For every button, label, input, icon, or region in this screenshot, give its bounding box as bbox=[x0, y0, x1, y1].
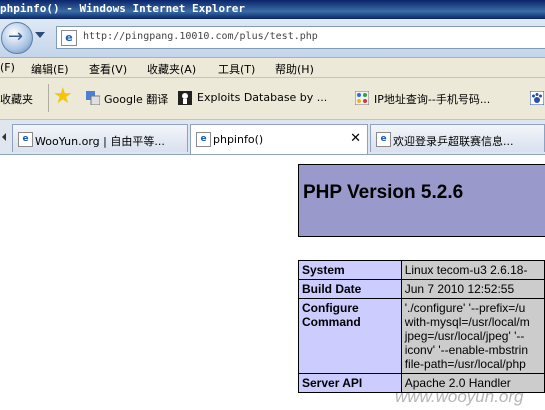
favorites-label[interactable]: 收藏夹 bbox=[0, 91, 33, 107]
table-row: Configure Command './configure' '--prefi… bbox=[298, 298, 545, 374]
row-value: Jun 7 2010 12:52:55 bbox=[400, 279, 545, 299]
address-bar[interactable]: e http://pingpang.10010.com/plus/test.ph… bbox=[56, 26, 545, 49]
close-tab-icon[interactable]: ✕ bbox=[350, 131, 361, 146]
phpinfo-table: System Linux tecom-u3 2.6.18- Build Date… bbox=[298, 260, 545, 393]
configure-line: './configure' '--prefix=/u bbox=[404, 301, 526, 315]
table-row: System Linux tecom-u3 2.6.18- bbox=[298, 260, 545, 280]
menu-help[interactable]: 帮助(H) bbox=[275, 61, 314, 77]
tab-label: 欢迎登录乒超联赛信息... bbox=[393, 135, 514, 148]
tab-bar: e WooYun.org | 自由平等... e phpinfo() ✕ e 欢… bbox=[0, 120, 545, 155]
tab-pingpang-login[interactable]: e 欢迎登录乒超联赛信息... bbox=[370, 124, 545, 152]
configure-line: file-path=/usr/local/php bbox=[404, 357, 526, 371]
row-key: Build Date bbox=[298, 279, 402, 299]
ip-lookup-icon bbox=[355, 91, 369, 105]
tab-label: phpinfo() bbox=[213, 133, 264, 146]
favorites-bar: 收藏夹 ★ Google 翻译 Exploits Database by ...… bbox=[0, 78, 545, 120]
add-favorite-star-icon[interactable]: ★ bbox=[53, 86, 73, 108]
login-tab-icon: e bbox=[376, 132, 391, 147]
favorite-ip-lookup[interactable]: IP地址查询--手机号码... bbox=[374, 91, 490, 107]
row-key: System bbox=[298, 260, 402, 280]
navigation-bar: e http://pingpang.10010.com/plus/test.ph… bbox=[0, 19, 545, 58]
tab-scroll-left-icon[interactable] bbox=[2, 133, 6, 141]
menu-tools[interactable]: 工具(T) bbox=[218, 61, 255, 77]
translate-icon bbox=[86, 91, 100, 105]
row-key: Server API bbox=[298, 373, 402, 393]
exploit-db-icon bbox=[178, 91, 192, 105]
favorites-separator bbox=[48, 84, 49, 112]
configure-line: with-mysql=/usr/local/m bbox=[404, 315, 530, 329]
menu-edit[interactable]: 编辑(E) bbox=[31, 61, 69, 77]
history-dropdown-icon[interactable] bbox=[35, 32, 45, 38]
table-row: Build Date Jun 7 2010 12:52:55 bbox=[298, 279, 545, 299]
favorite-google-translate[interactable]: Google 翻译 bbox=[104, 91, 168, 107]
configure-line: jpeg=/usr/local/jpeg' '-- bbox=[404, 329, 525, 343]
phpinfo-tab-icon: e bbox=[196, 132, 211, 147]
page-icon: e bbox=[61, 30, 77, 46]
address-url[interactable]: http://pingpang.10010.com/plus/test.php bbox=[83, 31, 318, 42]
row-key: Configure Command bbox=[298, 298, 402, 374]
paw-icon[interactable] bbox=[530, 91, 544, 105]
menu-file[interactable]: (F) bbox=[0, 61, 15, 74]
menu-favorites[interactable]: 收藏夹(A) bbox=[147, 61, 196, 77]
title-bar: phpinfo() - Windows Internet Explorer bbox=[0, 0, 545, 19]
menu-bar: (F) 编辑(E) 查看(V) 收藏夹(A) 工具(T) 帮助(H) bbox=[0, 58, 545, 78]
tab-label: WooYun.org | 自由平等... bbox=[35, 135, 165, 148]
favorite-exploits-database[interactable]: Exploits Database by ... bbox=[197, 91, 327, 104]
tab-phpinfo[interactable]: e phpinfo() ✕ bbox=[190, 124, 368, 154]
row-value: './configure' '--prefix=/u with-mysql=/u… bbox=[400, 298, 545, 374]
row-value: Linux tecom-u3 2.6.18- bbox=[400, 260, 545, 280]
menu-view[interactable]: 查看(V) bbox=[89, 61, 127, 77]
page-content: PHP Version 5.2.6 System Linux tecom-u3 … bbox=[0, 155, 545, 410]
window-title: phpinfo() - Windows Internet Explorer bbox=[0, 2, 246, 15]
back-button[interactable] bbox=[1, 22, 33, 54]
php-version-header: PHP Version 5.2.6 bbox=[298, 164, 545, 237]
tab-wooyun[interactable]: e WooYun.org | 自由平等... bbox=[12, 124, 188, 152]
configure-line: iconv' '--enable-mbstrin bbox=[404, 343, 529, 357]
watermark: www.wooyun.org bbox=[395, 387, 524, 406]
php-version-title: PHP Version 5.2.6 bbox=[303, 182, 464, 203]
wooyun-tab-icon: e bbox=[18, 132, 33, 147]
